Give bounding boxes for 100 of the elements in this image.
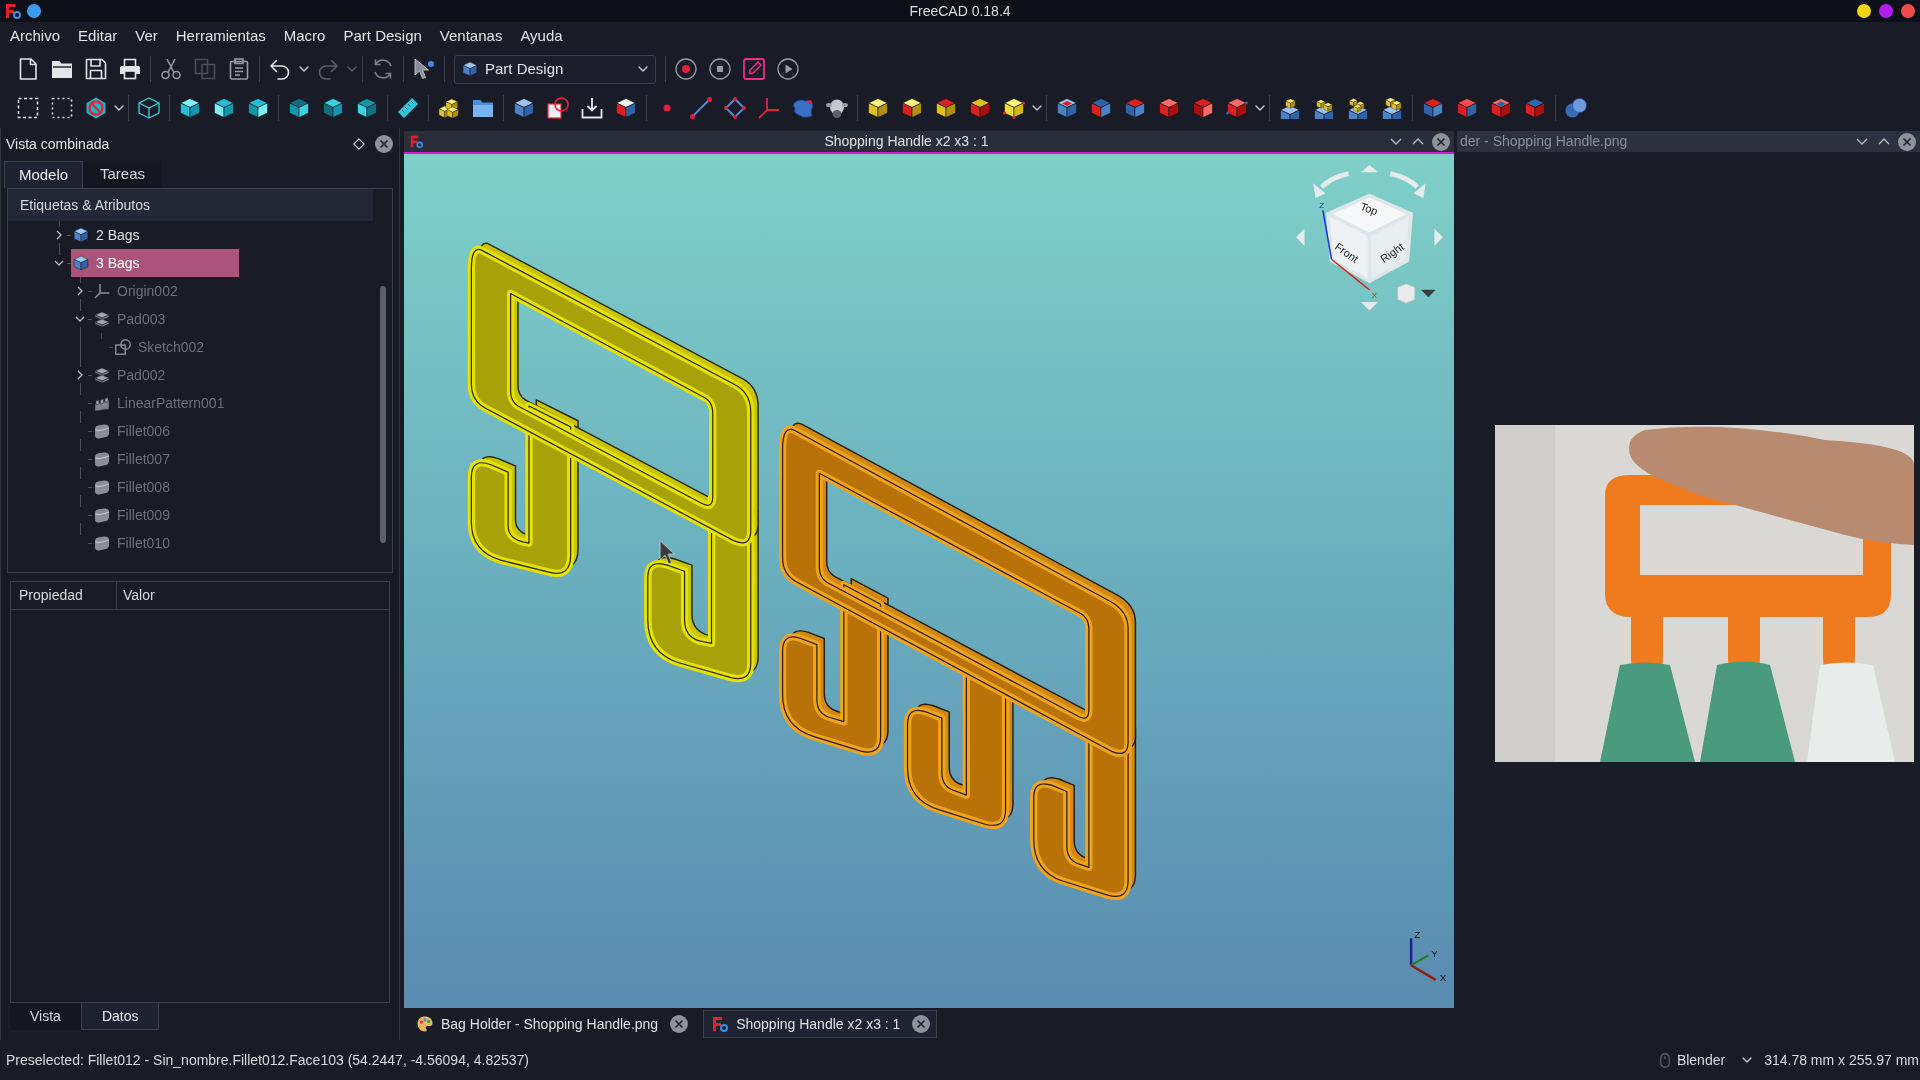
menu-item[interactable]: Archivo — [10, 24, 61, 48]
circle-icon[interactable] — [27, 4, 41, 18]
chevron-up-icon[interactable] — [1412, 138, 1424, 145]
cube-icon[interactable] — [288, 97, 310, 119]
new-document-icon[interactable] — [17, 58, 39, 80]
cube-icon[interactable] — [322, 97, 344, 119]
panel-title: Vista combinada — [6, 134, 111, 154]
scrollbar[interactable] — [380, 286, 386, 543]
download-tray-icon[interactable] — [581, 97, 603, 119]
block-icon[interactable] — [1192, 97, 1214, 119]
column-header: Etiquetas & Atributos — [8, 189, 373, 221]
close-icon[interactable] — [375, 135, 393, 153]
workbench-dropdown[interactable]: Part Design — [454, 54, 656, 84]
chevron-right-icon[interactable] — [56, 230, 62, 240]
menu-item[interactable]: Part Design — [343, 24, 422, 48]
block-icon — [73, 255, 89, 271]
axes-icon[interactable] — [758, 97, 780, 119]
block-icon[interactable] — [935, 97, 957, 119]
cube-icon[interactable] — [179, 97, 201, 119]
close-icon[interactable] — [1901, 4, 1915, 18]
cube-icon[interactable] — [356, 97, 378, 119]
menu-item[interactable]: Ver — [135, 24, 158, 48]
save-icon[interactable] — [85, 58, 107, 80]
spheres-icon[interactable] — [1565, 97, 1587, 119]
refresh-icon[interactable] — [372, 58, 394, 80]
dashed-box-icon[interactable] — [51, 97, 73, 119]
dimension-text: 314.78 mm x 255.97 mm — [1764, 1050, 1919, 1070]
maximize-icon[interactable] — [1879, 4, 1893, 18]
block-icon[interactable] — [615, 97, 637, 119]
cube-icon[interactable] — [1003, 97, 1025, 119]
folder-icon[interactable] — [472, 97, 494, 119]
dashed-box-icon[interactable] — [17, 97, 39, 119]
app-logo-icon — [410, 135, 423, 148]
close-icon[interactable] — [912, 1015, 931, 1033]
menu-item[interactable]: Ayuda — [520, 24, 563, 48]
box-icon[interactable] — [1490, 97, 1512, 119]
print-icon[interactable] — [119, 58, 141, 80]
record-icon[interactable] — [675, 58, 697, 80]
menu-item[interactable]: Editar — [78, 24, 118, 48]
tab[interactable]: Vista — [10, 1003, 81, 1030]
tab[interactable]: Datos — [80, 1003, 160, 1030]
chevron-down-icon[interactable] — [1390, 138, 1402, 145]
chevron-down-icon[interactable] — [54, 260, 64, 266]
block-icon[interactable] — [901, 97, 923, 119]
folder-icon[interactable] — [51, 58, 73, 80]
cube-icon[interactable] — [213, 97, 235, 119]
cube-outline-icon[interactable] — [138, 97, 160, 119]
line-icon[interactable] — [690, 97, 712, 119]
block-icon[interactable] — [867, 97, 889, 119]
close-icon[interactable] — [1898, 132, 1916, 151]
menu-item[interactable]: Macro — [283, 24, 326, 48]
no-entry-icon[interactable] — [85, 97, 107, 119]
box-icon[interactable] — [1524, 97, 1546, 119]
plane-icon[interactable] — [724, 97, 746, 119]
minimize-icon[interactable] — [1857, 4, 1871, 18]
tree-item[interactable]: 2 Bags — [71, 221, 239, 249]
menu-item[interactable]: Ventanas — [439, 24, 503, 48]
chevron-up-icon[interactable] — [1878, 138, 1890, 145]
edit-icon[interactable] — [743, 58, 765, 80]
mouse-pointer-icon — [659, 540, 675, 565]
cube-icon[interactable] — [247, 97, 269, 119]
pattern-blocks-icon[interactable] — [1381, 97, 1403, 119]
stacked-blocks-icon[interactable] — [438, 97, 460, 119]
menu-item[interactable]: Herramientas — [175, 24, 266, 48]
chevron-down-icon[interactable] — [1856, 138, 1868, 145]
tab[interactable]: Modelo — [4, 161, 83, 188]
diamond-icon[interactable] — [353, 138, 365, 150]
chevron-right-icon[interactable] — [77, 286, 83, 296]
chevron-right-icon[interactable] — [77, 370, 83, 380]
ruler-icon[interactable] — [397, 97, 419, 119]
block-icon[interactable] — [1158, 97, 1180, 119]
close-icon[interactable] — [670, 1015, 689, 1033]
navigation-style-button[interactable]: Blender — [1659, 1049, 1753, 1071]
clipboard-icon[interactable] — [228, 58, 250, 80]
cube-menu-icon[interactable] — [1397, 283, 1436, 304]
chevron-down-icon[interactable] — [75, 316, 85, 322]
document-tab[interactable]: Shopping Handle x2 x3 : 1 — [703, 1010, 938, 1038]
pattern-blocks-icon[interactable] — [1313, 97, 1335, 119]
sheep-icon[interactable] — [826, 97, 848, 119]
square-circle-icon[interactable] — [547, 97, 569, 119]
pattern-blocks-icon[interactable] — [1347, 97, 1369, 119]
undo-icon[interactable] — [269, 58, 291, 80]
axis-label: Z — [1414, 929, 1421, 941]
layers-icon — [94, 367, 110, 383]
scissors-icon[interactable] — [160, 58, 182, 80]
cube-icon[interactable] — [1226, 97, 1248, 119]
block-icon[interactable] — [969, 97, 991, 119]
stop-icon[interactable] — [709, 58, 731, 80]
rounded-block-icon — [94, 507, 110, 523]
block-icon[interactable] — [513, 97, 535, 119]
tree-item[interactable]: 3 Bags — [71, 249, 239, 277]
block-icon[interactable] — [1056, 97, 1078, 119]
play-icon[interactable] — [777, 58, 799, 80]
document-tab[interactable]: Bag Holder - Shopping Handle.png — [408, 1010, 696, 1038]
tab[interactable]: Tareas — [83, 161, 162, 188]
close-icon[interactable] — [1432, 132, 1450, 151]
blob-icon[interactable] — [792, 97, 814, 119]
pointer-icon[interactable] — [413, 58, 435, 80]
pattern-blocks-icon[interactable] — [1279, 97, 1301, 119]
point-icon[interactable] — [663, 104, 671, 112]
